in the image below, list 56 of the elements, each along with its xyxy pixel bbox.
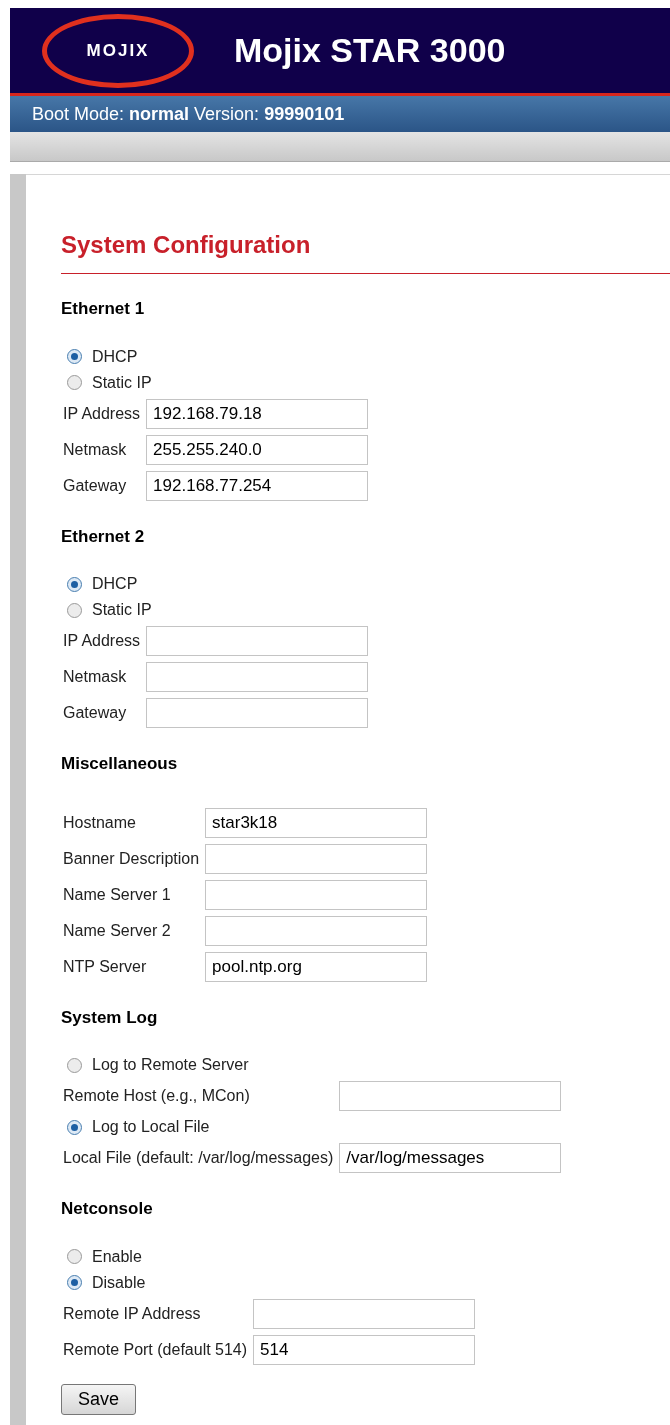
radio-label: Enable [92, 1246, 142, 1267]
input-field[interactable] [253, 1298, 476, 1329]
input-field[interactable]: star3k18 [205, 807, 428, 838]
input-field[interactable] [339, 1081, 562, 1111]
radio-label: DHCP [92, 346, 138, 367]
field-label: Remote IP Address [62, 1303, 202, 1324]
section-heading: Ethernet 2 [61, 525, 146, 548]
field-label: Hostname [62, 812, 137, 833]
radio-label: Disable [92, 1272, 146, 1293]
save-button[interactable]: Save [61, 1383, 137, 1415]
field-label: Remote Port (default 514) [62, 1339, 249, 1360]
radio-label: Static IP [92, 600, 152, 620]
field-label: Local File (default: /var/log/messages) [62, 1148, 335, 1168]
radio-button[interactable] [67, 602, 82, 618]
radio-label: Log to Remote Server [92, 1055, 249, 1075]
input-field[interactable] [146, 662, 369, 692]
radio-button[interactable] [67, 576, 82, 592]
section-heading: Ethernet 1 [61, 298, 146, 320]
field-label: Name Server 2 [62, 920, 172, 941]
input-field[interactable]: 514 [253, 1334, 476, 1365]
field-label: Netmask [62, 667, 128, 687]
field-label: Gateway [62, 703, 128, 723]
radio-button[interactable] [67, 1275, 82, 1290]
field-label: NTP Server [62, 956, 148, 977]
input-field[interactable] [205, 879, 428, 910]
input-field[interactable] [146, 698, 369, 728]
radio-button[interactable] [67, 349, 82, 364]
section-heading: System Log [61, 1006, 159, 1029]
field-label: Name Server 1 [62, 884, 172, 905]
input-field[interactable] [205, 915, 428, 946]
field-label: IP Address [62, 403, 142, 424]
radio-label: DHCP [92, 574, 138, 594]
field-label: IP Address [62, 631, 142, 651]
input-field[interactable] [205, 843, 428, 874]
field-label: Netmask [62, 439, 128, 460]
field-label: Remote Host (e.g., MCon) [62, 1086, 251, 1106]
input-field[interactable]: pool.ntp.org [205, 951, 428, 982]
page-title: System Configuration [61, 227, 670, 274]
radio-button[interactable] [67, 1119, 82, 1135]
app-title: Mojix STAR 3000 [234, 30, 506, 71]
input-field[interactable] [146, 626, 369, 656]
boot-info: Boot Mode: normal Version: 99990101 [32, 102, 345, 126]
field-label: Banner Description [62, 848, 201, 869]
section-heading: Miscellaneous [61, 753, 179, 775]
input-field[interactable]: 255.255.240.0 [146, 434, 369, 465]
field-label: Gateway [62, 475, 128, 496]
radio-button[interactable] [67, 375, 82, 390]
logo: MOJIX [42, 13, 194, 88]
input-field[interactable]: 192.168.79.18 [146, 398, 369, 429]
radio-label: Log to Local File [92, 1117, 210, 1137]
radio-button[interactable] [67, 1249, 82, 1264]
radio-label: Static IP [92, 372, 152, 393]
section-heading: Netconsole [61, 1198, 154, 1220]
input-field[interactable]: /var/log/messages [339, 1143, 562, 1173]
input-field[interactable]: 192.168.77.254 [146, 470, 369, 501]
radio-button[interactable] [67, 1057, 82, 1073]
